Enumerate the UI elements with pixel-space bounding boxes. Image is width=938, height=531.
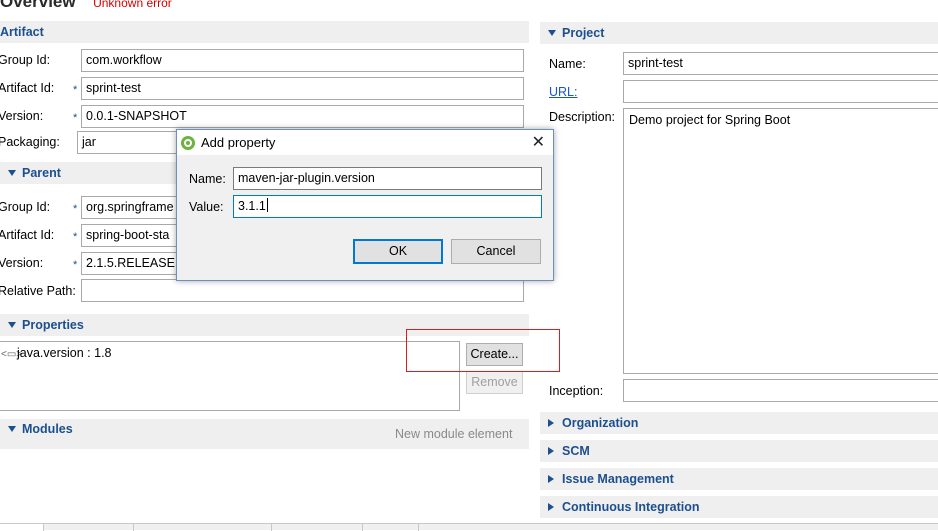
dialog-value-input[interactable]: 3.1.1 [233,195,542,218]
parent-version-label: Version: [0,256,44,270]
project-description-label: Description: [549,110,615,124]
continuous-integration-section-header[interactable]: Continuous Integration [540,496,938,518]
dialog-name-label: Name: [189,172,226,186]
highlight-box [406,329,560,372]
artifact-version-label: Version: [0,109,44,123]
parent-artifact-id-label: Artifact Id: [0,228,55,242]
collapse-arrow-icon [548,503,554,511]
collapse-arrow-icon [548,419,554,427]
relative-path-label: Relative Path: [0,284,76,298]
artifact-group-id-field[interactable]: com.workflow [81,49,524,72]
artifact-id-field[interactable]: sprint-test [81,77,524,100]
artifact-section-header[interactable]: Artifact [0,21,529,43]
project-url-field[interactable] [623,80,938,103]
page-header: Overview Unknown error [0,0,172,11]
page-title: Overview [0,0,76,11]
remove-property-button[interactable]: Remove [466,371,523,394]
dialog-value-label: Value: [189,200,224,214]
scm-section-header[interactable]: SCM [540,440,938,462]
relative-path-field[interactable] [81,279,524,302]
ok-button[interactable]: OK [353,239,443,264]
dialog-title-bar[interactable]: Add property ✕ [177,130,553,155]
required-marker: * [73,231,78,243]
scm-label: SCM [562,444,590,458]
add-property-dialog: Add property ✕ Name: maven-jar-plugin.ve… [176,129,554,281]
artifact-version-field[interactable]: 0.0.1-SNAPSHOT [81,105,524,128]
required-marker: * [73,84,78,96]
project-url-link[interactable]: URL: [549,85,577,99]
expand-arrow-icon [8,322,16,328]
parent-group-id-label: Group Id: [0,200,51,214]
project-name-field[interactable]: sprint-test [623,52,938,75]
continuous-integration-label: Continuous Integration [562,500,700,514]
properties-header-label: Properties [22,318,84,332]
required-marker: * [73,259,78,271]
editor-tab-strip[interactable] [0,523,938,531]
artifact-group-id-label: Group Id: [0,53,51,67]
expand-arrow-icon [8,170,16,176]
required-marker: * [73,112,78,124]
expand-arrow-icon [8,426,16,432]
close-icon[interactable]: ✕ [532,130,545,155]
text-cursor [266,198,268,212]
project-description-textarea[interactable]: Demo project for Spring Boot [623,108,938,374]
dialog-value-text: 3.1.1 [238,199,266,213]
list-item[interactable]: <▭>java.version : 1.8 [0,342,459,360]
properties-list[interactable]: <▭>java.version : 1.8 [0,341,460,411]
dialog-title: Add property [201,135,276,150]
inception-field[interactable] [623,379,938,402]
expand-arrow-icon [548,30,556,36]
collapse-arrow-icon [548,475,554,483]
new-module-element-link[interactable]: New module element [395,427,512,441]
project-name-label: Name: [549,57,586,71]
issue-management-label: Issue Management [562,472,674,486]
artifact-header-label: Artifact [0,25,44,39]
artifact-id-label: Artifact Id: [0,81,55,95]
issue-management-section-header[interactable]: Issue Management [540,468,938,490]
inception-label: Inception: [549,384,604,398]
property-icon: <▭> [1,349,23,360]
property-label: java.version : 1.8 [17,346,112,360]
collapse-arrow-icon [548,447,554,455]
organization-section-header[interactable]: Organization [540,412,938,434]
project-header-label: Project [562,26,605,40]
dialog-name-input[interactable]: maven-jar-plugin.version [233,167,542,190]
required-marker: * [73,203,78,215]
cancel-button[interactable]: Cancel [451,239,541,264]
modules-header-label: Modules [22,422,73,436]
spring-leaf-icon [181,136,195,150]
error-message: Unknown error [93,0,172,10]
project-section-header[interactable]: Project [540,22,938,44]
organization-label: Organization [562,416,639,430]
packaging-label: Packaging: [0,135,60,149]
parent-header-label: Parent [22,166,61,180]
